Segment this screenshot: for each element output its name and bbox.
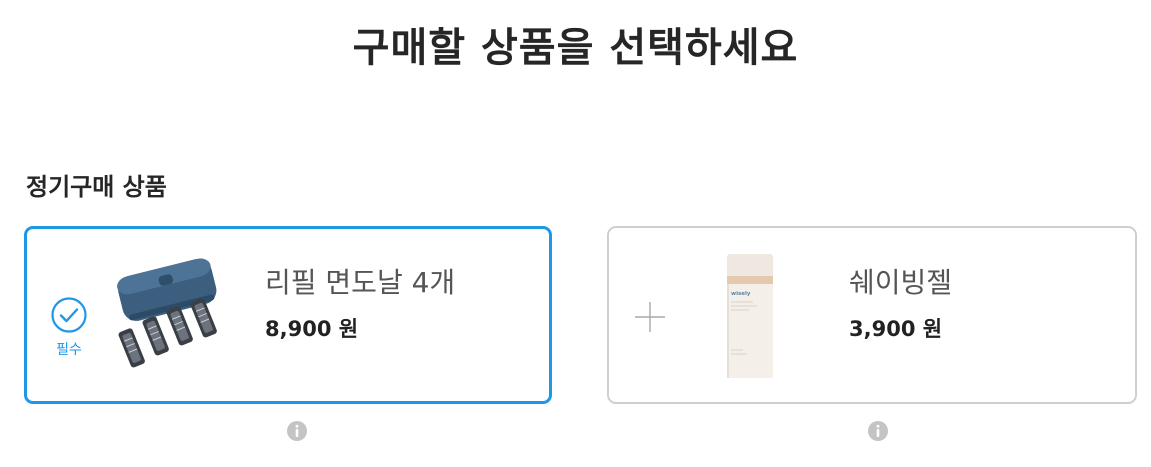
required-badge: 필수 <box>56 342 82 358</box>
page-title: 구매할 상품을 선택하세요 <box>352 25 799 71</box>
product-card-shaving-gel[interactable]: wisely 쉐이빙젤 3,900 원 <box>607 226 1137 404</box>
section-title: 정기구매 상품 <box>26 173 167 201</box>
plus-icon[interactable] <box>633 300 667 334</box>
required-indicator: 필수 <box>48 297 90 359</box>
razor-refill-blades-image <box>117 258 217 368</box>
product-name: 쉐이빙젤 <box>849 266 953 299</box>
info-icon[interactable] <box>867 420 889 442</box>
bottle-brand-text: wisely <box>731 291 751 297</box>
check-circle-icon <box>51 297 87 333</box>
info-icon[interactable] <box>286 420 308 442</box>
product-name: 리필 면도날 4개 <box>265 266 456 299</box>
product-price: 8,900 원 <box>265 317 359 341</box>
product-card-razor-refill[interactable]: 필수 리필 면도날 4개 8,900 원 <box>24 226 552 404</box>
product-price: 3,900 원 <box>849 317 943 341</box>
shaving-gel-bottle-image: wisely <box>727 254 773 378</box>
